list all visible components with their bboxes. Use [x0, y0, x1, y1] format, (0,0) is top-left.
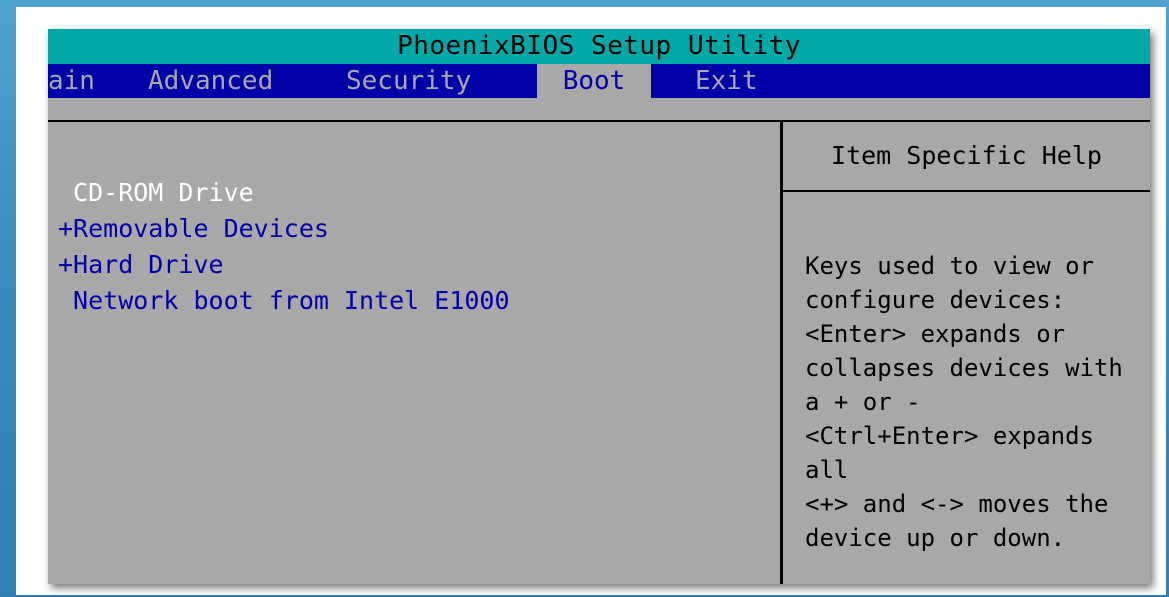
screenshot-frame: PhoenixBIOS Setup Utility ain Advanced S… — [16, 7, 1166, 595]
help-line: all — [805, 456, 849, 484]
help-text: Keys used to view or configure devices: … — [805, 249, 1150, 555]
menu-main[interactable]: ain — [48, 64, 95, 98]
help-line: <Enter> expands or — [805, 320, 1066, 348]
menu-advanced[interactable]: Advanced — [148, 64, 273, 98]
boot-item-hard-drive[interactable]: +Hard Drive — [58, 247, 510, 283]
boot-item-cdrom[interactable]: CD-ROM Drive — [58, 175, 510, 211]
divider-top — [48, 120, 1150, 122]
menu-bar: ain Advanced Security Boot Exit — [48, 64, 1150, 98]
help-line: <Ctrl+Enter> expands — [805, 422, 1094, 450]
bios-title: PhoenixBIOS Setup Utility — [48, 29, 1150, 64]
menu-boot[interactable]: Boot — [537, 64, 651, 98]
help-line: a + or - — [805, 388, 921, 416]
menu-exit[interactable]: Exit — [695, 64, 758, 98]
bios-screen: PhoenixBIOS Setup Utility ain Advanced S… — [48, 29, 1150, 584]
help-line: <+> and <-> moves the — [805, 490, 1109, 518]
help-line: device up or down. — [805, 524, 1066, 552]
help-title: Item Specific Help — [831, 141, 1102, 170]
boot-priority-list: CD-ROM Drive +Removable Devices +Hard Dr… — [58, 175, 510, 319]
boot-item-network-boot[interactable]: Network boot from Intel E1000 — [58, 283, 510, 319]
boot-item-removable-devices[interactable]: +Removable Devices — [58, 211, 510, 247]
menu-security[interactable]: Security — [346, 64, 471, 98]
help-line: Keys used to view or — [805, 252, 1094, 280]
divider-help — [783, 190, 1150, 192]
help-line: collapses devices with — [805, 354, 1123, 382]
help-line: configure devices: — [805, 286, 1066, 314]
